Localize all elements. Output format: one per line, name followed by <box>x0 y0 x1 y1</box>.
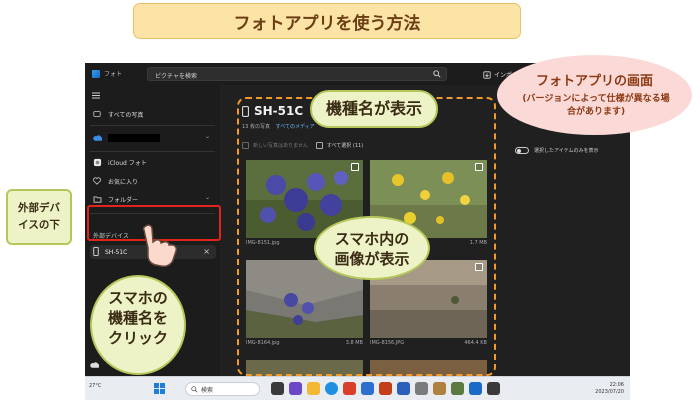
toggle-label: 選択したアイテムのみを表示 <box>534 148 599 154</box>
sidebar-item-icloud[interactable]: iCloud フォト <box>90 153 216 171</box>
taskbar-search[interactable]: 検索 <box>185 382 260 396</box>
app-icon[interactable] <box>415 382 428 395</box>
selected-only-toggle[interactable] <box>515 147 529 154</box>
divider <box>90 125 215 126</box>
store-icon[interactable] <box>343 382 356 395</box>
weather-widget[interactable]: 27°C <box>89 383 101 389</box>
callout-app-screen-title: フォトアプリの画面 <box>535 74 653 89</box>
file-explorer-icon[interactable] <box>307 382 320 395</box>
callout-external-devices: 外部デバ イスの下 <box>6 189 72 245</box>
sidebar-item-label: すべての写真 <box>108 111 144 119</box>
sidebar-item-label: お気に入り <box>108 178 139 186</box>
callout-line: イスの下 <box>18 219 60 231</box>
callout-line: スマホ内の <box>334 230 410 248</box>
tutorial-page: フォトアプリを使う方法 フォト ピクチャを検索 インポ すべての写真 ⌄ iCl… <box>0 0 700 400</box>
phone-icon <box>93 246 99 258</box>
taskview-icon[interactable] <box>271 382 284 395</box>
sidebar-item-label: フォルダー <box>108 196 139 204</box>
callout-line: 外部デバ <box>18 202 60 214</box>
heart-icon <box>92 176 102 186</box>
vscode-icon[interactable] <box>469 382 482 395</box>
chevron-down-icon: ⌄ <box>204 133 210 140</box>
search-input[interactable]: ピクチャを検索 <box>147 67 447 81</box>
chevron-down-icon: ⌄ <box>204 194 210 201</box>
app-icon[interactable] <box>451 382 464 395</box>
photos-icon <box>92 109 102 119</box>
onedrive-cloud-icon <box>92 133 102 143</box>
icloud-icon <box>92 157 102 167</box>
sidebar-item-favorites[interactable]: お気に入り <box>90 172 216 190</box>
callout-line: 画像が表示 <box>334 250 410 268</box>
callout-line: 機種名を <box>107 309 168 327</box>
selected-only-toggle-area: 選択したアイテムのみを表示 <box>515 147 599 154</box>
callout-device-name: 機種名が表示 <box>310 90 438 128</box>
close-icon[interactable]: × <box>203 247 210 256</box>
callout-device-name-text: 機種名が表示 <box>325 99 422 118</box>
callout-line: スマホの <box>108 289 168 307</box>
teams-icon[interactable] <box>289 382 302 395</box>
callout-app-screen: フォトアプリの画面 (バージョンによって仕様が異なる場合があります) <box>497 55 692 135</box>
photos-logo-icon <box>92 70 100 78</box>
callout-images-shown: スマホ内の 画像が表示 <box>314 216 430 280</box>
search-icon <box>433 70 441 78</box>
word-icon[interactable] <box>397 382 410 395</box>
callout-line: クリック <box>107 329 168 347</box>
search-placeholder: ピクチャを検索 <box>155 73 197 80</box>
import-icon <box>483 70 491 79</box>
device-label: SH-51C <box>105 248 128 256</box>
pointing-hand-icon <box>142 224 177 267</box>
outlook-icon[interactable] <box>361 382 374 395</box>
photos-taskbar-icon[interactable] <box>433 382 446 395</box>
callout-app-screen-note: (バージョンによって仕様が異なる場合があります) <box>522 94 670 117</box>
menu-icon[interactable] <box>92 92 100 99</box>
banner-title: フォトアプリを使う方法 <box>233 13 421 34</box>
sidebar-item-all-photos[interactable]: すべての写真 <box>90 105 216 123</box>
cloud-icon <box>90 362 100 370</box>
divider <box>90 151 215 152</box>
app-name: フォト <box>104 71 123 78</box>
redacted-account-name <box>108 134 160 142</box>
taskbar-search-label: 検索 <box>201 386 214 394</box>
sidebar-item-onedrive[interactable]: ⌄ <box>90 129 216 147</box>
sidebar-item-label: iCloud フォト <box>108 159 147 167</box>
search-icon <box>191 385 198 393</box>
windows-taskbar: 27°C 検索 22:06 2023/07/20 <box>85 376 630 400</box>
title-banner: フォトアプリを使う方法 <box>133 3 521 39</box>
edge-icon[interactable] <box>325 382 338 395</box>
clock-time: 22:06 <box>609 382 624 388</box>
folder-icon <box>92 194 102 204</box>
callout-click-device: スマホの 機種名を クリック <box>90 275 186 375</box>
app-icon[interactable] <box>487 382 500 395</box>
system-tray-clock[interactable]: 22:06 2023/07/20 <box>595 382 624 396</box>
clock-date: 2023/07/20 <box>595 389 624 395</box>
powerpoint-icon[interactable] <box>379 382 392 395</box>
windows-start-icon[interactable] <box>153 382 166 395</box>
